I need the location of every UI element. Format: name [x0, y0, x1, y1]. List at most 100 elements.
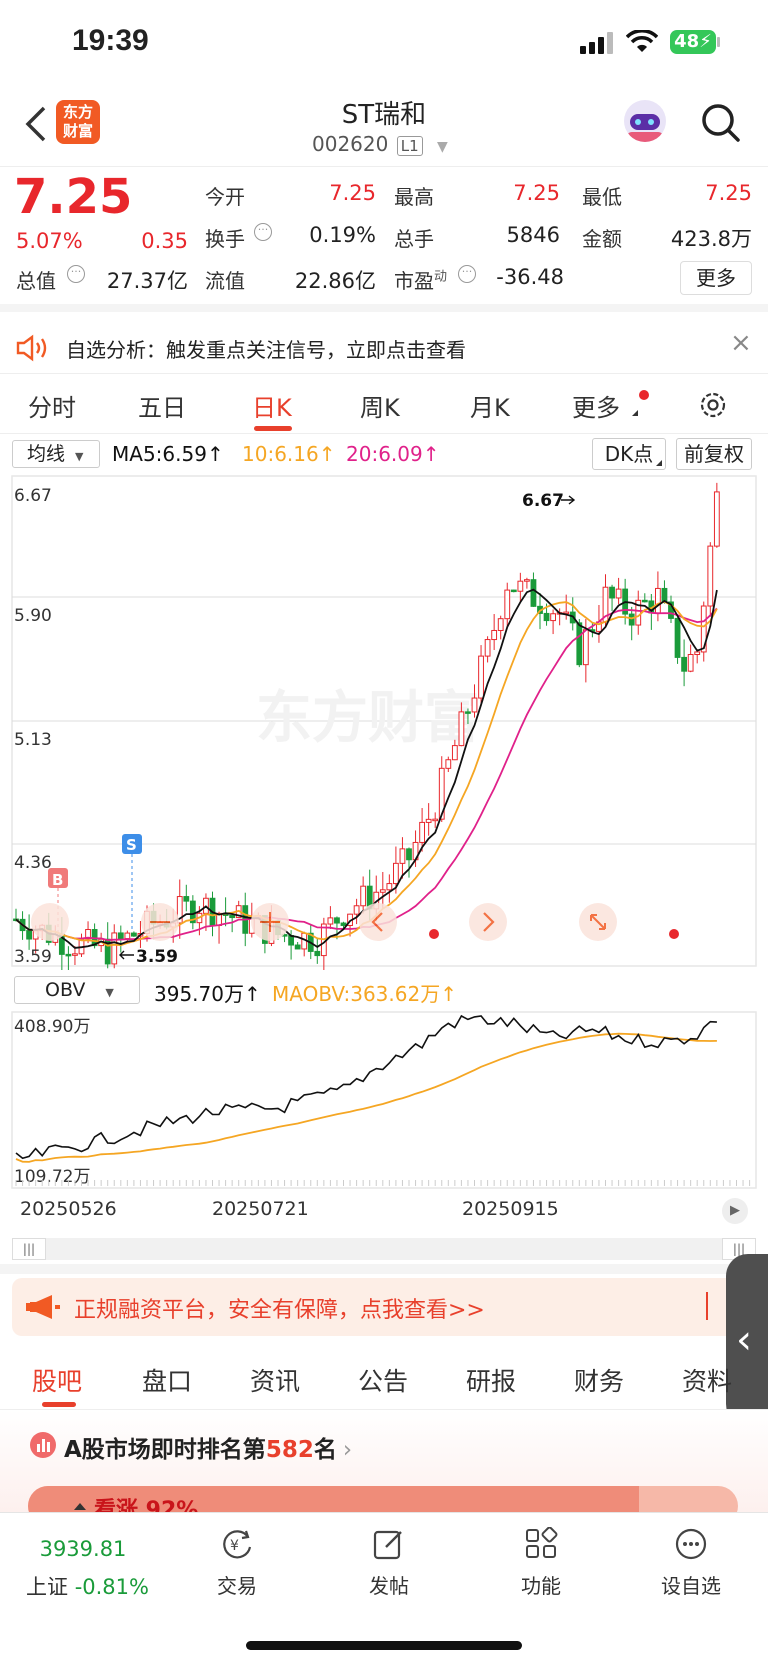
index-line[interactable]: 上证 -0.81%: [26, 1571, 149, 1601]
scroll-right-icon[interactable]: ▶: [722, 1198, 748, 1224]
candle-body: [65, 953, 72, 957]
tab-five-day[interactable]: 五日: [138, 388, 186, 423]
tab-finance[interactable]: 财务: [574, 1362, 624, 1398]
level-badge: L1: [396, 136, 423, 156]
ma-select[interactable]: 均线 ▼: [12, 440, 100, 468]
tab-announcements[interactable]: 公告: [358, 1362, 408, 1398]
search-icon[interactable]: [700, 102, 742, 144]
index-name: 上证: [26, 1575, 68, 1599]
range-scrollbar[interactable]: ||| |||: [12, 1238, 756, 1260]
analysis-banner[interactable]: 自选分析：触发重点关注信号，立即点击查看 ×: [0, 320, 768, 374]
more-button[interactable]: 更多: [680, 261, 752, 295]
candle-body: [674, 617, 681, 658]
tab-more[interactable]: 更多: [572, 388, 620, 423]
chart-period-tabs: 分时 五日 日K 周K 月K 更多: [0, 374, 768, 434]
chevron-right-icon: ›: [342, 1437, 353, 1463]
rank-section[interactable]: A股市场即时排名第582名 › 看涨 92%: [0, 1410, 768, 1526]
date-label: 20250526: [20, 1198, 117, 1220]
tab-profile[interactable]: 资料: [682, 1362, 732, 1398]
ma10-value: 10:6.16↑: [242, 442, 336, 466]
label-volume: 总手: [394, 227, 434, 251]
candle-body: [582, 629, 589, 666]
value-low: 7.25: [705, 181, 752, 205]
candle-body: [517, 580, 524, 592]
dk-point-button[interactable]: DK点: [592, 438, 666, 470]
maobv-text: MAOBV:363.62万: [272, 982, 441, 1006]
obv-line: [15, 1014, 717, 1160]
candle-body: [451, 745, 458, 761]
candle-body: [117, 932, 124, 940]
index-value[interactable]: 3939.81: [38, 1537, 128, 1561]
nav-post[interactable]: 发帖: [334, 1527, 444, 1599]
value-amount: 423.8万: [670, 227, 752, 251]
tab-daily-k[interactable]: 日K: [252, 388, 292, 423]
candle-body: [229, 914, 236, 919]
nav-functions-label: 功能: [521, 1574, 561, 1598]
candle-body: [609, 586, 615, 599]
adjust-button[interactable]: 前复权: [676, 438, 752, 470]
obv-select[interactable]: OBV ▼: [14, 976, 140, 1004]
more-circle-icon: [675, 1528, 707, 1560]
nav-functions[interactable]: 功能: [486, 1526, 596, 1599]
info-icon[interactable]: ···: [254, 223, 272, 241]
tab-research[interactable]: 研报: [466, 1362, 516, 1398]
candle-body: [26, 930, 33, 940]
candle-body: [641, 599, 648, 603]
candle-body: [334, 917, 340, 924]
candle-body: [694, 651, 701, 656]
settings-icon[interactable]: [698, 390, 728, 420]
candle-body: [419, 821, 426, 843]
new-dot: [639, 390, 649, 400]
candle-body: [713, 491, 720, 547]
prev-icon: [359, 903, 397, 941]
candle-body: [478, 655, 484, 699]
candle-body: [655, 587, 661, 614]
ma5-text: MA5:6.59: [112, 442, 207, 466]
candlestick-plot[interactable]: 东方财富 6.67 5.90 5.13 4.36 3.59 6.67 3.59 …: [0, 472, 768, 970]
tab-monthly-k[interactable]: 月K: [470, 388, 510, 423]
collapse-arrow[interactable]: [74, 1503, 86, 1510]
candle-body: [399, 848, 406, 864]
active-tab-indicator: [42, 1402, 76, 1407]
tab-intraday[interactable]: 分时: [28, 388, 76, 423]
app-logo: 东方 财富: [56, 100, 100, 144]
candle-body: [353, 905, 360, 915]
sell-label: S: [126, 836, 137, 854]
obv-value: 395.70万↑: [154, 982, 261, 1006]
tab-guba[interactable]: 股吧: [32, 1362, 82, 1398]
label-high: 最高: [394, 185, 434, 209]
candle-body: [393, 862, 399, 885]
tab-pankou[interactable]: 盘口: [142, 1362, 192, 1398]
close-icon[interactable]: ×: [730, 328, 752, 358]
promo-divider: [706, 1292, 708, 1320]
nav-trade-label: 交易: [217, 1574, 257, 1598]
back-icon[interactable]: [24, 106, 48, 142]
nav-post-label: 发帖: [369, 1574, 409, 1598]
speaker-icon: [16, 334, 47, 362]
value-market-cap: 27.37亿: [106, 269, 188, 293]
stock-code-row[interactable]: 002620 L1 ▼: [312, 132, 448, 156]
low-arrow: [119, 950, 134, 960]
label-amount: 金额: [582, 227, 622, 251]
ma20-value: 20:6.09↑: [346, 442, 440, 466]
info-icon[interactable]: ···: [67, 265, 85, 283]
dk-corner: [656, 460, 662, 466]
status-bar: 19:39 48⚡: [0, 0, 768, 90]
tab-weekly-k[interactable]: 周K: [360, 388, 400, 423]
rank-icon: [30, 1432, 56, 1458]
tab-news[interactable]: 资讯: [250, 1362, 300, 1398]
candle-body: [425, 818, 432, 823]
scroll-handle-left[interactable]: |||: [12, 1238, 46, 1260]
status-time: 19:39: [72, 24, 149, 57]
nav-add-watchlist[interactable]: 设自选: [636, 1527, 746, 1599]
robot-assistant-icon[interactable]: [624, 100, 666, 142]
promo-banner[interactable]: 正规融资平台，安全有保障，点我查看>> ›: [12, 1278, 756, 1336]
obv-bottom-label: 109.72万: [14, 1167, 90, 1187]
k-line-chart[interactable]: 均线 ▼ MA5:6.59↑ 10:6.16↑ 20:6.09↑ DK点 前复权 …: [0, 434, 768, 1264]
section-gap: [0, 1264, 768, 1274]
candle-body: [327, 917, 334, 925]
value-high: 7.25: [513, 181, 560, 205]
candle-body: [72, 953, 78, 956]
candle-body: [615, 588, 622, 599]
nav-trade[interactable]: ¥ 交易: [182, 1527, 292, 1599]
